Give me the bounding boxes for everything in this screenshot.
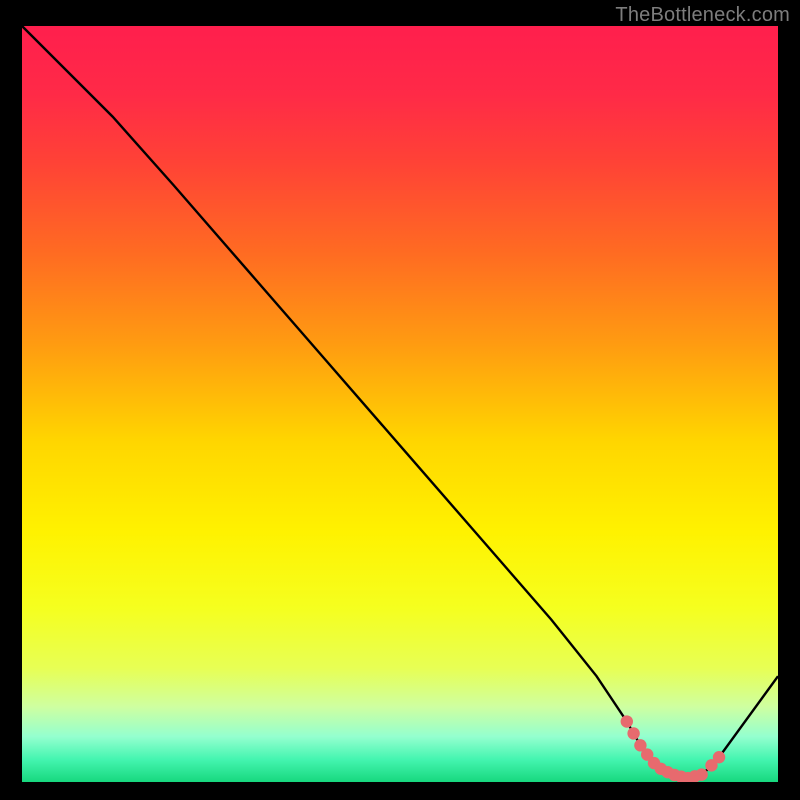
gradient-background	[22, 26, 778, 782]
chart-svg	[22, 26, 778, 782]
highlight-dot	[627, 727, 639, 739]
highlight-dot	[713, 751, 725, 763]
plot-area	[22, 26, 778, 782]
highlight-dot	[621, 715, 633, 727]
highlight-dot	[695, 768, 707, 780]
chart-frame: TheBottleneck.com	[0, 0, 800, 800]
attribution-text: TheBottleneck.com	[615, 4, 790, 27]
